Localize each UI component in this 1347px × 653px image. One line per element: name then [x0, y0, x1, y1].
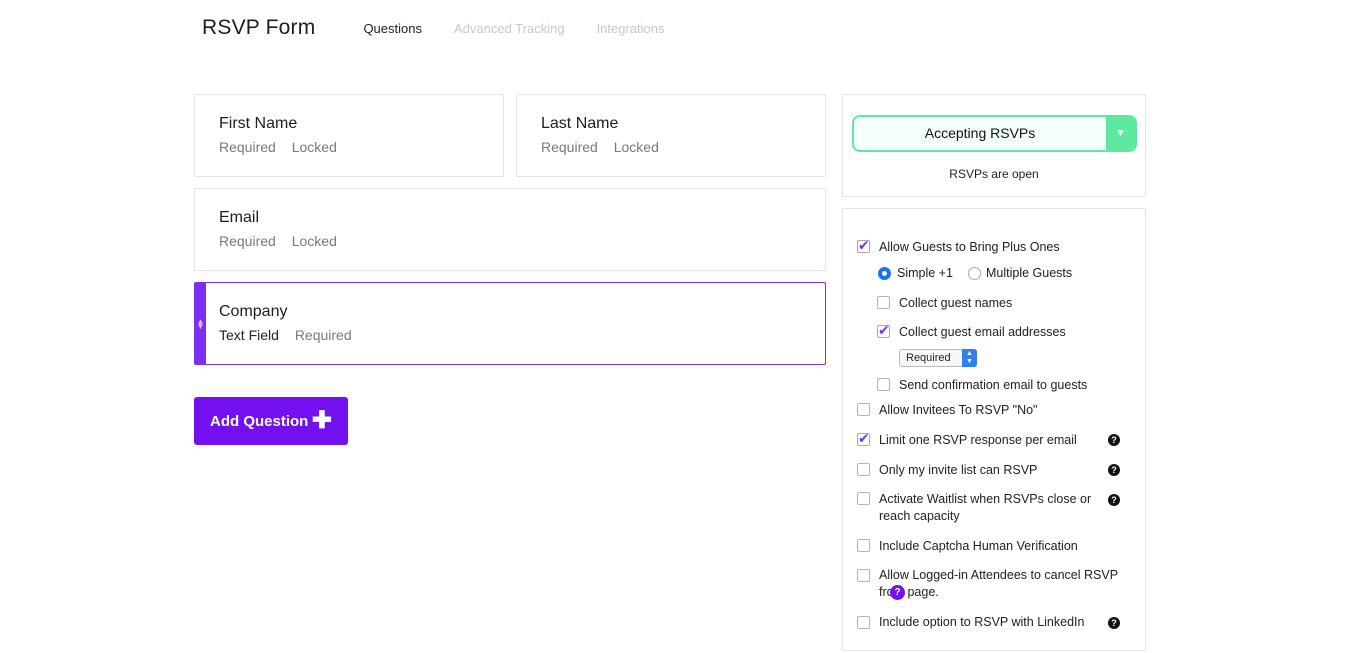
help-icon[interactable]: ? — [1108, 434, 1120, 446]
question-meta: Required Locked — [219, 139, 479, 155]
rsvp-status-card: Accepting RSVPs ▼ RSVPs are open — [842, 94, 1146, 197]
chevron-down-icon[interactable]: ▼ — [1106, 117, 1135, 150]
header: RSVP Form Questions Advanced Tracking In… — [202, 14, 697, 42]
locked-tag: Locked — [291, 139, 337, 155]
question-title: Last Name — [541, 115, 619, 132]
linkedin-label: Include option to RSVP with LinkedIn — [879, 615, 1085, 629]
question-title: First Name — [219, 115, 298, 132]
help-icon[interactable]: ? — [1108, 464, 1120, 476]
waitlist-label: Activate Waitlist when RSVPs close or re… — [879, 492, 1092, 523]
question-meta: Text Field Required — [219, 327, 801, 343]
question-card-last-name[interactable]: Last Name Required Locked — [516, 94, 826, 177]
send-confirmation-label: Send confirmation email to guests — [899, 378, 1088, 392]
rsvp-status-text: RSVPs are open — [949, 167, 1039, 181]
collect-names-label: Collect guest names — [899, 296, 1013, 310]
select-arrows-icon: ▲ ▼ — [962, 349, 977, 367]
cancel-rsvp-checkbox[interactable] — [857, 569, 870, 582]
add-question-button[interactable]: Add Question ✚ — [194, 397, 348, 445]
allow-no-checkbox[interactable] — [857, 403, 870, 416]
question-card-first-name[interactable]: First Name Required Locked — [194, 94, 504, 177]
waitlist-checkbox[interactable] — [857, 492, 870, 505]
send-confirmation-checkbox[interactable] — [877, 378, 890, 391]
limit-one-checkbox[interactable] — [857, 430, 870, 447]
plus-ones-label: Allow Guests to Bring Plus Ones — [879, 240, 1060, 254]
collect-emails-label: Collect guest email addresses — [899, 325, 1066, 339]
plus-ones-checkbox[interactable] — [857, 237, 870, 254]
question-card-company[interactable]: ▲ ▼ Company Text Field Required — [194, 282, 826, 365]
guest-email-required-select[interactable]: Required ▲ ▼ — [899, 349, 977, 367]
plus-icon: ✚ — [311, 407, 332, 434]
rsvp-status-value: Accepting RSVPs — [924, 125, 1036, 141]
question-meta: Required Locked — [541, 139, 801, 155]
question-meta: Required Locked — [219, 233, 801, 249]
locked-tag: Locked — [291, 233, 337, 249]
page-title: RSVP Form — [202, 16, 316, 39]
required-tag: Required — [294, 327, 352, 343]
help-icon[interactable]: ? — [890, 585, 905, 600]
help-icon[interactable]: ? — [1108, 617, 1120, 629]
captcha-checkbox[interactable] — [857, 539, 870, 552]
cancel-rsvp-label: Allow Logged-in Attendees to cancel RSVP… — [879, 568, 1118, 599]
question-type: Text Field — [219, 327, 279, 343]
help-icon[interactable]: ? — [1108, 494, 1120, 506]
invite-only-label: Only my invite list can RSVP — [879, 463, 1038, 477]
multiple-guests-label: Multiple Guests — [986, 266, 1073, 280]
guest-email-required-value: Required — [906, 352, 951, 364]
locked-tag: Locked — [613, 139, 659, 155]
tab-questions[interactable]: Questions — [363, 21, 422, 36]
captcha-label: Include Captcha Human Verification — [879, 539, 1078, 553]
tab-bar: Questions Advanced Tracking Integrations — [363, 21, 696, 36]
collect-names-checkbox[interactable] — [877, 296, 890, 309]
drag-handle-icon[interactable]: ▲ ▼ — [195, 283, 206, 364]
rsvp-options-card: Allow Guests to Bring Plus Ones Simple +… — [842, 208, 1146, 651]
question-title: Email — [219, 209, 260, 226]
add-question-label: Add Question — [210, 412, 309, 430]
multiple-guests-radio[interactable] — [968, 267, 981, 280]
required-tag: Required — [541, 139, 598, 155]
allow-no-label: Allow Invitees To RSVP "No" — [879, 403, 1038, 417]
question-card-email[interactable]: Email Required Locked — [194, 188, 826, 271]
collect-emails-checkbox[interactable] — [877, 322, 890, 339]
required-tag: Required — [219, 233, 276, 249]
limit-one-label: Limit one RSVP response per email — [879, 433, 1077, 447]
question-title: Company — [219, 303, 288, 320]
tab-advanced-tracking[interactable]: Advanced Tracking — [454, 21, 565, 36]
tab-integrations[interactable]: Integrations — [597, 21, 665, 36]
rsvp-status-select[interactable]: Accepting RSVPs ▼ — [852, 115, 1137, 152]
simple-plus-one-radio[interactable] — [878, 267, 891, 280]
required-tag: Required — [219, 139, 276, 155]
invite-only-checkbox[interactable] — [857, 463, 870, 476]
linkedin-checkbox[interactable] — [857, 616, 870, 629]
simple-plus-one-label: Simple +1 — [897, 266, 953, 280]
